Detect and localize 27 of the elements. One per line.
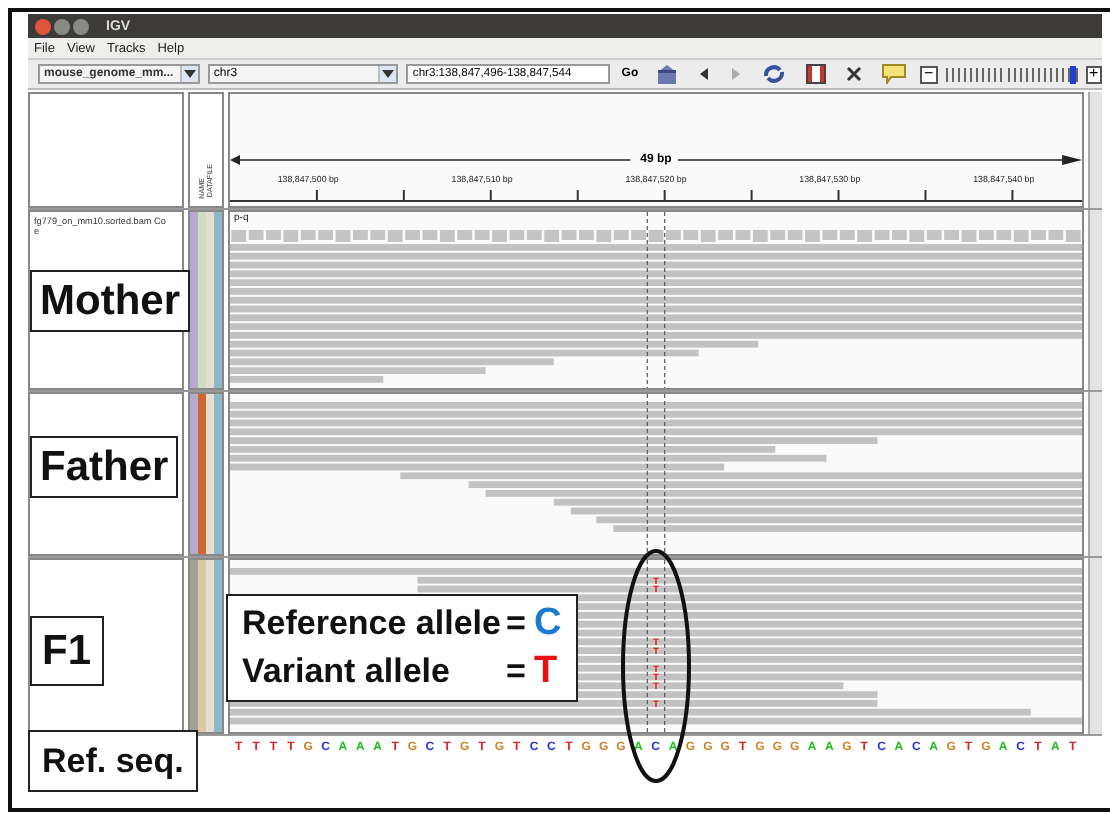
legend-label: Variant allele xyxy=(242,652,452,692)
sample-label: Mother xyxy=(30,270,190,332)
close-icon[interactable] xyxy=(846,66,863,82)
speech-bubble-icon[interactable] xyxy=(882,64,907,84)
sample-label: Father xyxy=(30,436,179,498)
region-icon[interactable] xyxy=(806,64,827,84)
zoom-slider[interactable] xyxy=(945,67,1078,81)
sample-label: Ref. seq. xyxy=(28,730,198,792)
zoom-out-button[interactable]: − xyxy=(920,65,938,83)
scrollbar[interactable] xyxy=(1088,92,1102,208)
legend-label: Reference allele xyxy=(242,604,503,644)
zoom-in-button[interactable]: + xyxy=(1085,65,1103,83)
home-icon[interactable] xyxy=(656,64,679,84)
legend-base: C xyxy=(533,602,562,646)
sample-label: F1 xyxy=(30,616,104,686)
scrollbar[interactable] xyxy=(1088,558,1102,734)
scrollbar[interactable] xyxy=(1088,210,1102,390)
window-controls-icon[interactable] xyxy=(34,17,90,35)
scrollbar[interactable] xyxy=(1088,392,1102,556)
caret-icon xyxy=(382,70,395,78)
legend-equals: = xyxy=(506,604,526,644)
caret-icon xyxy=(183,70,196,78)
refresh-icon[interactable] xyxy=(762,64,787,84)
legend-equals: = xyxy=(506,652,526,692)
back-icon[interactable] xyxy=(698,66,711,82)
legend-base: T xyxy=(533,650,558,694)
forward-icon[interactable] xyxy=(730,66,743,82)
